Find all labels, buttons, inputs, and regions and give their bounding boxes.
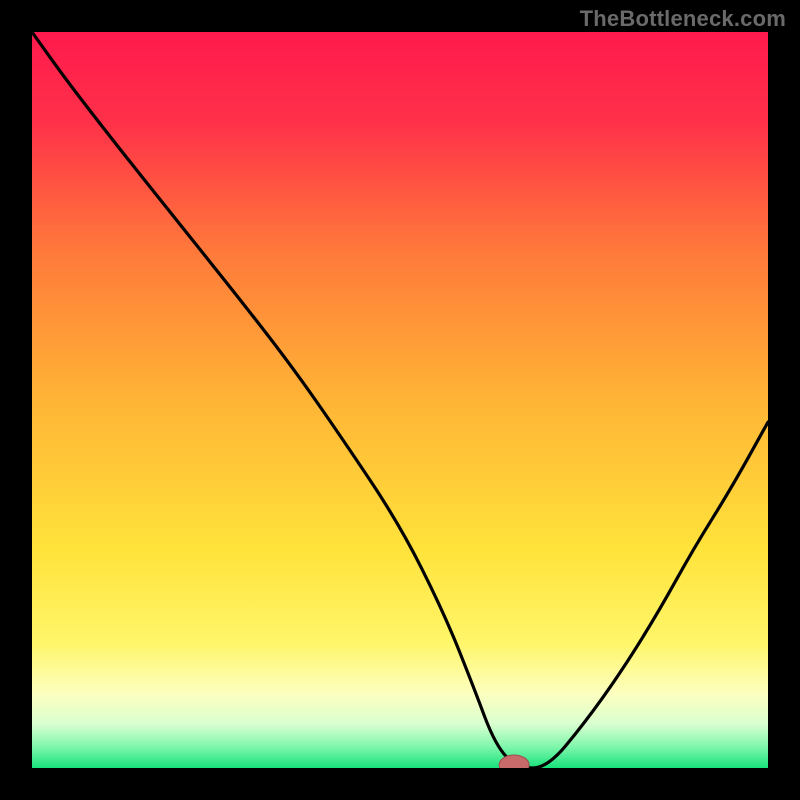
frame-border [0, 768, 800, 800]
watermark-text: TheBottleneck.com [580, 6, 786, 32]
chart-frame: TheBottleneck.com [0, 0, 800, 800]
plot-background [32, 32, 768, 768]
frame-border [768, 0, 800, 800]
bottleneck-chart [0, 0, 800, 800]
frame-border [0, 0, 32, 800]
